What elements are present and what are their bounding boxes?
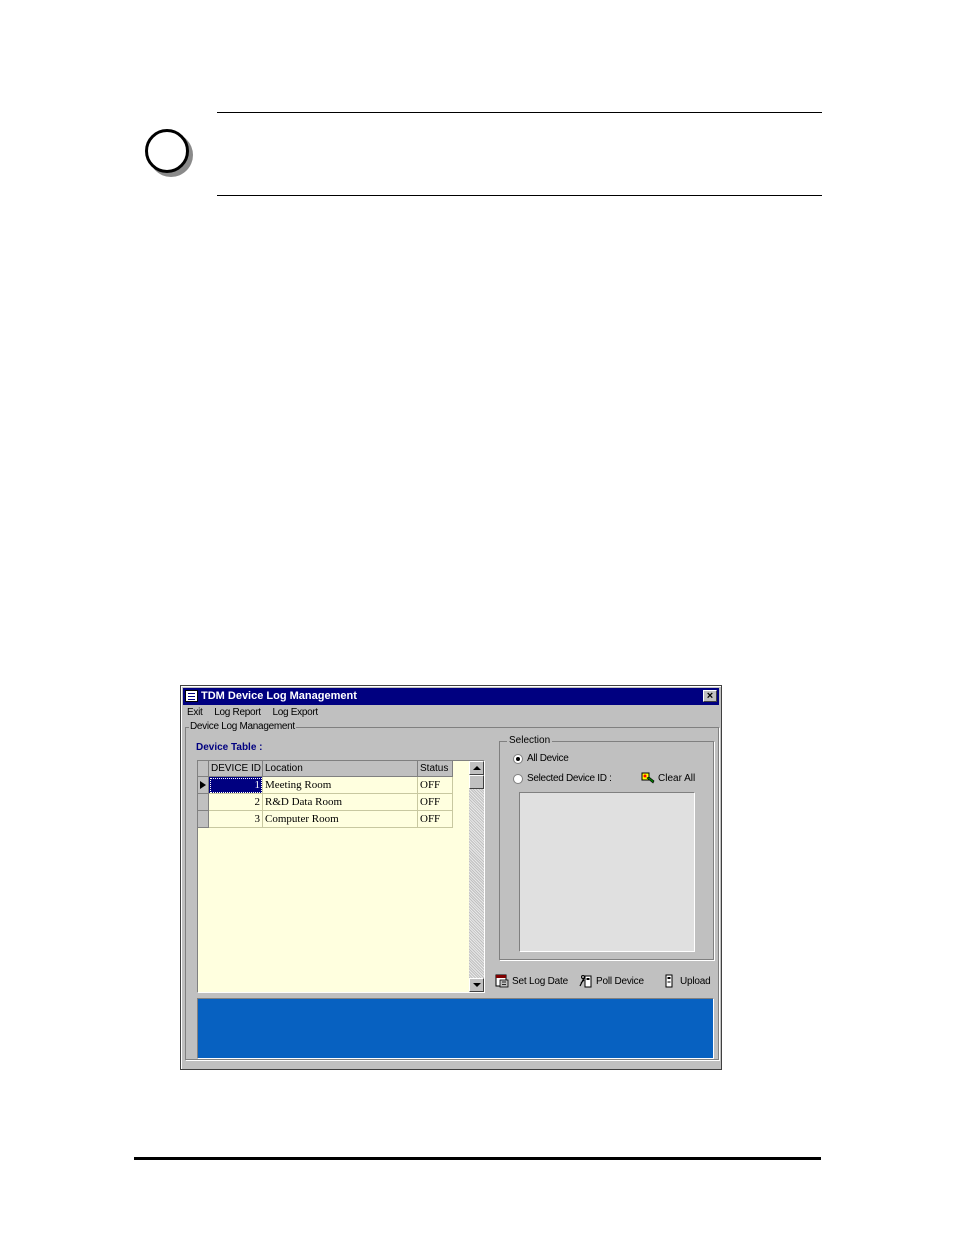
current-row-arrow-icon	[200, 781, 206, 789]
selected-device-label[interactable]: Selected Device ID :	[527, 773, 612, 784]
cell-device-id[interactable]: 2	[209, 794, 263, 811]
clear-all-label: Clear All	[658, 773, 696, 784]
table-vertical-scrollbar[interactable]	[469, 761, 484, 992]
column-header-location[interactable]: Location	[263, 761, 418, 777]
selection-group-label: Selection	[507, 735, 553, 746]
menu-log-report[interactable]: Log Report	[214, 707, 261, 718]
device-table-label: Device Table :	[196, 742, 263, 753]
column-header-device-id[interactable]: DEVICE ID	[209, 761, 263, 777]
upload-device-icon	[665, 974, 673, 988]
row-indicator[interactable]	[198, 794, 209, 811]
menu-log-export[interactable]: Log Export	[273, 707, 319, 718]
device-table: DEVICE ID Location Status 1 Meeting Room…	[197, 760, 485, 993]
all-device-label[interactable]: All Device	[527, 753, 569, 764]
title-bar[interactable]: TDM Device Log Management ×	[183, 688, 719, 705]
cell-status[interactable]: OFF	[418, 811, 453, 828]
eraser-icon	[641, 772, 655, 784]
header-corner	[198, 761, 209, 777]
note-bottom-rule	[217, 195, 822, 196]
column-header-status[interactable]: Status	[418, 761, 453, 777]
cell-status[interactable]: OFF	[418, 777, 453, 794]
scroll-thumb[interactable]	[469, 775, 484, 789]
cell-device-id[interactable]: 1	[209, 777, 263, 794]
cell-status[interactable]: OFF	[418, 794, 453, 811]
note-icon	[145, 129, 189, 173]
window-title: TDM Device Log Management	[201, 690, 357, 702]
selected-device-radio[interactable]	[513, 774, 523, 784]
footer-rule	[134, 1157, 821, 1160]
app-icon	[185, 690, 198, 702]
note-top-rule	[217, 112, 822, 113]
cell-location[interactable]: Meeting Room	[263, 777, 418, 794]
calendar-icon	[495, 974, 509, 988]
set-log-date-label: Set Log Date	[512, 976, 568, 987]
cell-location[interactable]: Computer Room	[263, 811, 418, 828]
scroll-down-button[interactable]	[469, 978, 484, 992]
row-indicator[interactable]	[198, 811, 209, 828]
group-label: Device Log Management	[189, 721, 296, 732]
menu-exit[interactable]: Exit	[187, 707, 203, 718]
poll-device-icon	[579, 975, 592, 988]
device-log-window: TDM Device Log Management × Exit Log Rep…	[180, 685, 722, 1070]
arrow-down-icon	[473, 983, 481, 987]
poll-device-label: Poll Device	[596, 976, 644, 987]
close-button[interactable]: ×	[703, 690, 717, 702]
menu-bar: Exit Log Report Log Export	[187, 707, 327, 721]
all-device-radio[interactable]	[513, 754, 523, 764]
selected-device-id-list[interactable]	[519, 792, 695, 952]
upload-label: Upload	[680, 976, 711, 987]
row-indicator[interactable]	[198, 777, 209, 794]
cell-location[interactable]: R&D Data Room	[263, 794, 418, 811]
cell-device-id[interactable]: 3	[209, 811, 263, 828]
scroll-up-button[interactable]	[469, 761, 484, 775]
status-panel	[197, 998, 714, 1059]
arrow-up-icon	[473, 766, 481, 770]
